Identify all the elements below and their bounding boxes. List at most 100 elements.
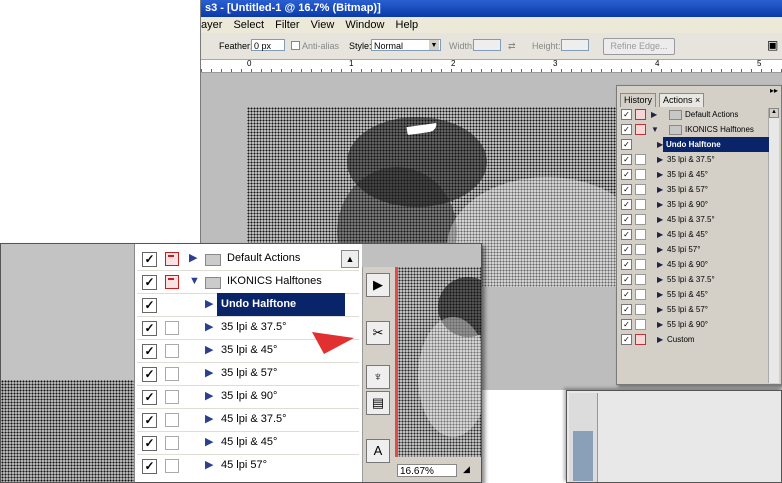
action-row[interactable]: ✓ ▶ 35 lpi & 57° <box>619 182 767 197</box>
action-row-selected[interactable]: ✓ ▶ Undo Halftone <box>619 137 769 152</box>
triangle-right-icon[interactable]: ▶ <box>657 212 663 227</box>
triangle-right-icon[interactable]: ▶ <box>205 385 213 408</box>
dialog-toggle[interactable] <box>635 109 646 120</box>
dialog-toggle[interactable] <box>165 252 179 266</box>
dialog-toggle[interactable] <box>635 184 646 195</box>
checkbox-icon[interactable]: ✓ <box>621 304 632 315</box>
action-row[interactable]: ✓ ▶ 35 lpi & 37.5° <box>619 152 767 167</box>
checkbox-icon[interactable]: ✓ <box>621 184 632 195</box>
triangle-right-icon[interactable]: ▶ <box>657 287 663 302</box>
dialog-toggle[interactable] <box>635 124 646 135</box>
checkbox-icon[interactable]: ✓ <box>142 436 157 451</box>
checkbox-icon[interactable]: ✓ <box>621 139 632 150</box>
action-row[interactable]: ✓ ▶ 35 lpi & 45° <box>619 167 767 182</box>
menu-layer[interactable]: ayer <box>201 19 222 31</box>
zoom-action-row[interactable]: ✓ ▼ IKONICS Halftones <box>137 270 359 294</box>
actions-scrollbar[interactable]: ▲ <box>768 108 779 383</box>
dialog-toggle[interactable] <box>635 169 646 180</box>
menu-help[interactable]: Help <box>396 19 419 31</box>
checkbox-icon[interactable]: ✓ <box>142 298 157 313</box>
triangle-right-icon[interactable]: ▶ <box>657 152 663 167</box>
brush-icon[interactable]: ♆ <box>366 365 390 389</box>
triangle-down-icon[interactable]: ▼ <box>651 122 659 137</box>
dialog-toggle[interactable] <box>635 244 646 255</box>
checkbox-icon[interactable]: ✓ <box>621 109 632 120</box>
triangle-right-icon[interactable]: ▶ <box>205 408 213 431</box>
panel-menu-icon[interactable]: ▸▸ <box>770 86 778 95</box>
swap-icon[interactable]: ⇄ <box>508 41 516 52</box>
triangle-right-icon[interactable]: ▶ <box>205 454 213 477</box>
zoom-level-field[interactable]: 16.67% <box>397 464 457 477</box>
checkbox-icon[interactable]: ✓ <box>621 319 632 330</box>
workspace-icon[interactable]: ▣ <box>767 38 778 52</box>
checkbox-icon[interactable]: ✓ <box>142 413 157 428</box>
feather-input[interactable]: 0 px <box>251 39 285 51</box>
antialias-checkbox[interactable]: Anti-alias <box>291 41 339 51</box>
text-icon[interactable]: A <box>366 439 390 463</box>
play-icon[interactable]: ▶ <box>366 273 390 297</box>
action-row[interactable]: ✓ ▶ 45 lpi & 37.5° <box>619 212 767 227</box>
triangle-right-icon[interactable]: ▶ <box>189 247 197 270</box>
dialog-toggle[interactable] <box>165 367 179 381</box>
triangle-right-icon[interactable]: ▶ <box>657 272 663 287</box>
action-row[interactable]: ✓ ▶ 55 lpi & 37.5° <box>619 272 767 287</box>
zoom-action-row[interactable]: ✓ ▶ 45 lpi & 45° <box>137 431 359 455</box>
height-input[interactable] <box>561 39 589 51</box>
menu-view[interactable]: View <box>311 19 335 31</box>
action-row[interactable]: ✓ ▼ IKONICS Halftones <box>619 122 767 137</box>
action-row[interactable]: ✓ ▶ 35 lpi & 90° <box>619 197 767 212</box>
zoom-menu-icon[interactable]: ◢ <box>463 464 470 475</box>
tab-actions[interactable]: Actions × <box>659 93 705 107</box>
checkbox-icon[interactable]: ✓ <box>621 244 632 255</box>
triangle-right-icon[interactable]: ▶ <box>205 293 213 316</box>
triangle-right-icon[interactable]: ▶ <box>657 302 663 317</box>
action-row[interactable]: ✓ ▶ 45 lpi 57° <box>619 242 767 257</box>
triangle-right-icon[interactable]: ▶ <box>657 242 663 257</box>
checkbox-icon[interactable]: ✓ <box>621 154 632 165</box>
dialog-toggle[interactable] <box>635 334 646 345</box>
triangle-right-icon[interactable]: ▶ <box>651 107 657 122</box>
checkbox-icon[interactable]: ✓ <box>142 390 157 405</box>
dialog-toggle[interactable] <box>165 321 179 335</box>
dialog-toggle[interactable] <box>165 390 179 404</box>
scroll-up-icon[interactable]: ▲ <box>341 250 359 268</box>
dialog-toggle[interactable] <box>635 274 646 285</box>
action-row[interactable]: ✓ ▶ Custom <box>619 332 767 347</box>
dialog-toggle[interactable] <box>635 319 646 330</box>
dialog-toggle[interactable] <box>165 344 179 358</box>
dialog-toggle[interactable] <box>165 413 179 427</box>
width-input[interactable] <box>473 39 501 51</box>
action-row[interactable]: ✓ ▶ Default Actions <box>619 107 767 122</box>
dialog-toggle[interactable] <box>165 436 179 450</box>
zoom-canvas[interactable] <box>395 267 481 457</box>
dialog-toggle[interactable] <box>635 229 646 240</box>
action-row[interactable]: ✓ ▶ 55 lpi & 45° <box>619 287 767 302</box>
checkbox-icon[interactable]: ✓ <box>621 274 632 285</box>
menu-filter[interactable]: Filter <box>275 19 299 31</box>
triangle-right-icon[interactable]: ▶ <box>205 316 213 339</box>
triangle-right-icon[interactable]: ▶ <box>657 227 663 242</box>
checkbox-icon[interactable]: ✓ <box>142 275 157 290</box>
checkbox-icon[interactable]: ✓ <box>621 199 632 210</box>
dialog-toggle[interactable] <box>165 459 179 473</box>
dialog-toggle[interactable] <box>635 289 646 300</box>
zoom-action-row-selected[interactable]: ✓ ▶ Undo Halftone <box>137 293 359 317</box>
zoom-action-row[interactable]: ✓ ▶ 45 lpi & 37.5° <box>137 408 359 432</box>
triangle-right-icon[interactable]: ▶ <box>657 257 663 272</box>
dialog-toggle[interactable] <box>635 214 646 225</box>
action-row[interactable]: ✓ ▶ 55 lpi & 57° <box>619 302 767 317</box>
checkbox-icon[interactable]: ✓ <box>621 229 632 240</box>
scroll-up-icon[interactable]: ▲ <box>769 108 779 118</box>
triangle-right-icon[interactable]: ▶ <box>205 431 213 454</box>
dialog-toggle[interactable] <box>635 154 646 165</box>
checkbox-icon[interactable]: ✓ <box>621 259 632 270</box>
zoom-action-row[interactable]: ✓ ▶ 35 lpi & 57° <box>137 362 359 386</box>
zoom-action-row[interactable]: ✓ ▶ 35 lpi & 90° <box>137 385 359 409</box>
dialog-toggle[interactable] <box>635 199 646 210</box>
triangle-right-icon[interactable]: ▶ <box>657 182 663 197</box>
checkbox-icon[interactable]: ✓ <box>621 289 632 300</box>
triangle-down-icon[interactable]: ▼ <box>189 270 200 293</box>
checkbox-icon[interactable]: ✓ <box>621 334 632 345</box>
dialog-toggle[interactable] <box>635 259 646 270</box>
checkbox-icon[interactable]: ✓ <box>142 252 157 267</box>
